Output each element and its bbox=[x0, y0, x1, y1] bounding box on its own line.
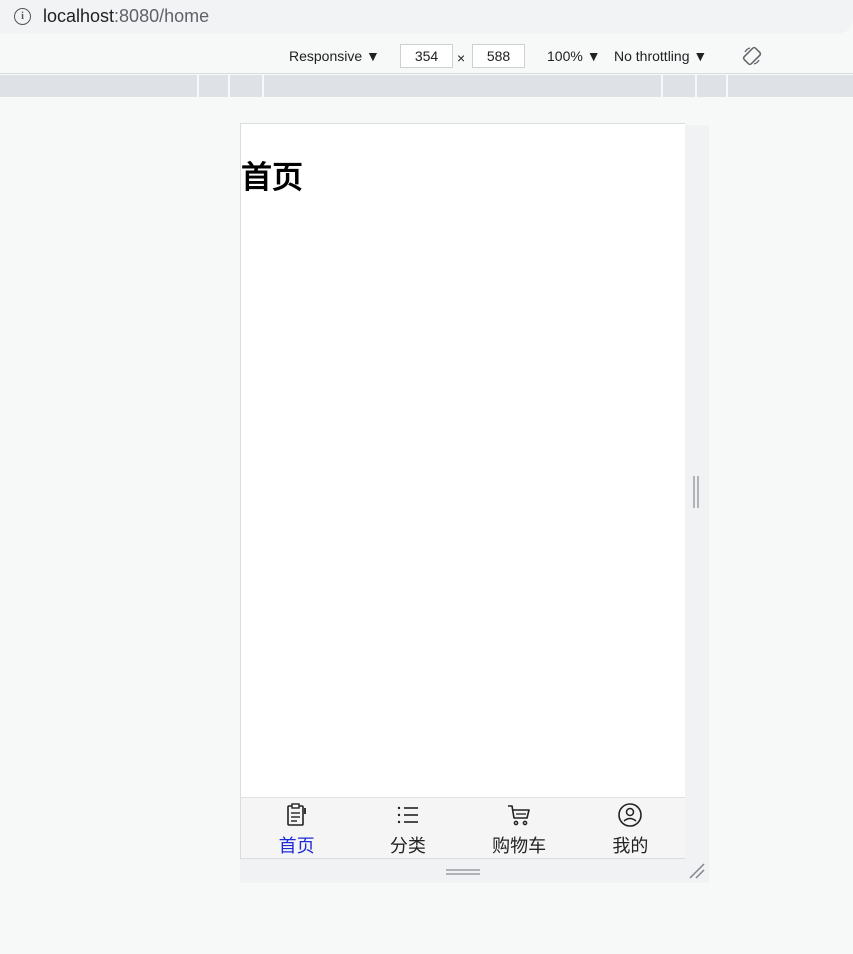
address-bar[interactable]: i localhost:8080/home bbox=[0, 0, 853, 34]
url-text[interactable]: localhost:8080/home bbox=[43, 6, 209, 27]
device-mode-dropdown[interactable]: Responsive ▼ bbox=[289, 48, 380, 64]
clipboard-icon bbox=[286, 803, 306, 826]
tab-label: 首页 bbox=[278, 836, 315, 857]
url-path: :8080/home bbox=[114, 6, 210, 26]
rotate-icon[interactable] bbox=[742, 46, 762, 66]
device-toolbar: Responsive ▼ 354 × 588 100% ▼ No throttl… bbox=[0, 38, 853, 74]
mq-divider bbox=[197, 75, 199, 97]
user-circle-icon bbox=[618, 803, 643, 827]
tab-label: 分类 bbox=[389, 836, 426, 857]
tab-profile[interactable]: 我的 bbox=[575, 798, 685, 858]
horizontal-grip-icon[interactable] bbox=[446, 868, 480, 876]
mq-divider bbox=[726, 75, 728, 97]
tab-label: 我的 bbox=[612, 836, 649, 857]
cart-icon bbox=[508, 805, 530, 826]
mq-divider bbox=[695, 75, 697, 97]
height-input[interactable]: 588 bbox=[472, 44, 525, 68]
device-viewport: 首页 首页 分类 购物车 我的 bbox=[240, 123, 685, 859]
tab-label: 购物车 bbox=[492, 836, 547, 857]
tab-home[interactable]: 首页 bbox=[241, 798, 352, 858]
info-icon[interactable]: i bbox=[14, 8, 31, 25]
mq-divider bbox=[262, 75, 264, 97]
width-input[interactable]: 354 bbox=[400, 44, 453, 68]
media-query-bar[interactable] bbox=[0, 75, 853, 97]
url-host: localhost bbox=[43, 6, 115, 26]
bottom-tab-bar: 首页 分类 购物车 我的 bbox=[241, 797, 685, 858]
tab-category[interactable]: 分类 bbox=[352, 798, 463, 858]
zoom-dropdown[interactable]: 100% ▼ bbox=[547, 48, 601, 64]
corner-grip-icon[interactable] bbox=[688, 862, 706, 880]
mq-divider bbox=[228, 75, 230, 97]
page-title: 首页 bbox=[241, 160, 303, 196]
mq-divider bbox=[661, 75, 663, 97]
list-icon bbox=[397, 806, 418, 824]
tab-cart[interactable]: 购物车 bbox=[464, 798, 575, 858]
throttling-dropdown[interactable]: No throttling ▼ bbox=[614, 48, 707, 64]
vertical-grip-icon[interactable] bbox=[692, 476, 700, 508]
dimension-separator: × bbox=[457, 50, 466, 66]
